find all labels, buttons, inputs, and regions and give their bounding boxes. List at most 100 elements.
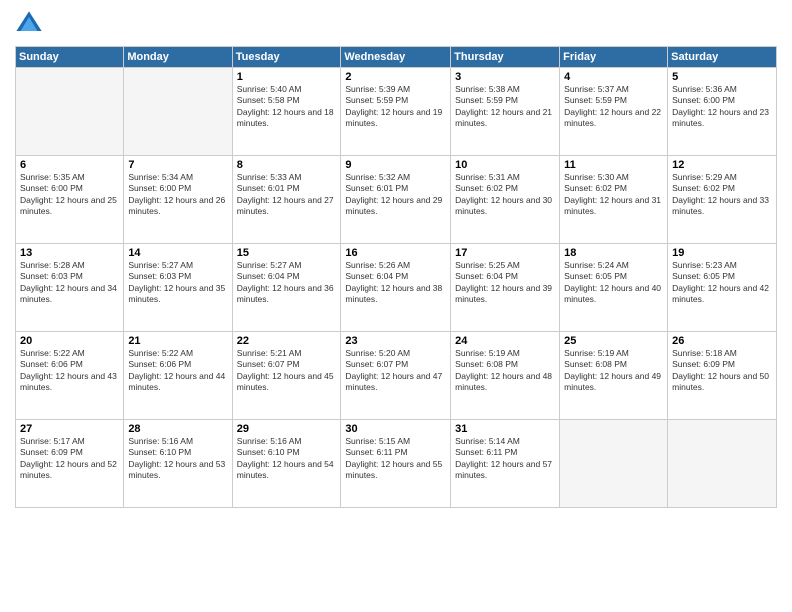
day-number: 23 [345, 335, 446, 347]
calendar-cell: 27Sunrise: 5:17 AMSunset: 6:09 PMDayligh… [16, 420, 124, 508]
calendar-week-row: 13Sunrise: 5:28 AMSunset: 6:03 PMDayligh… [16, 244, 777, 332]
day-number: 2 [345, 71, 446, 83]
day-number: 12 [672, 159, 772, 171]
day-number: 8 [237, 159, 337, 171]
day-number: 20 [20, 335, 119, 347]
day-info: Sunrise: 5:17 AMSunset: 6:09 PMDaylight:… [20, 436, 119, 482]
day-info: Sunrise: 5:19 AMSunset: 6:08 PMDaylight:… [564, 348, 663, 394]
calendar-cell: 11Sunrise: 5:30 AMSunset: 6:02 PMDayligh… [560, 156, 668, 244]
calendar-cell: 4Sunrise: 5:37 AMSunset: 5:59 PMDaylight… [560, 68, 668, 156]
calendar-day-header: Wednesday [341, 47, 451, 68]
calendar-cell: 16Sunrise: 5:26 AMSunset: 6:04 PMDayligh… [341, 244, 451, 332]
day-number: 22 [237, 335, 337, 347]
day-info: Sunrise: 5:18 AMSunset: 6:09 PMDaylight:… [672, 348, 772, 394]
calendar-cell: 12Sunrise: 5:29 AMSunset: 6:02 PMDayligh… [668, 156, 777, 244]
day-number: 5 [672, 71, 772, 83]
calendar-cell: 21Sunrise: 5:22 AMSunset: 6:06 PMDayligh… [124, 332, 232, 420]
day-info: Sunrise: 5:22 AMSunset: 6:06 PMDaylight:… [20, 348, 119, 394]
day-number: 1 [237, 71, 337, 83]
calendar-cell: 13Sunrise: 5:28 AMSunset: 6:03 PMDayligh… [16, 244, 124, 332]
calendar-cell: 26Sunrise: 5:18 AMSunset: 6:09 PMDayligh… [668, 332, 777, 420]
calendar-cell: 31Sunrise: 5:14 AMSunset: 6:11 PMDayligh… [451, 420, 560, 508]
day-info: Sunrise: 5:40 AMSunset: 5:58 PMDaylight:… [237, 84, 337, 130]
day-info: Sunrise: 5:20 AMSunset: 6:07 PMDaylight:… [345, 348, 446, 394]
calendar-week-row: 1Sunrise: 5:40 AMSunset: 5:58 PMDaylight… [16, 68, 777, 156]
calendar-cell: 5Sunrise: 5:36 AMSunset: 6:00 PMDaylight… [668, 68, 777, 156]
calendar-day-header: Tuesday [232, 47, 341, 68]
day-number: 18 [564, 247, 663, 259]
day-number: 19 [672, 247, 772, 259]
calendar-week-row: 20Sunrise: 5:22 AMSunset: 6:06 PMDayligh… [16, 332, 777, 420]
calendar-cell: 28Sunrise: 5:16 AMSunset: 6:10 PMDayligh… [124, 420, 232, 508]
calendar-cell: 17Sunrise: 5:25 AMSunset: 6:04 PMDayligh… [451, 244, 560, 332]
calendar-cell: 9Sunrise: 5:32 AMSunset: 6:01 PMDaylight… [341, 156, 451, 244]
calendar-cell: 10Sunrise: 5:31 AMSunset: 6:02 PMDayligh… [451, 156, 560, 244]
calendar-day-header: Monday [124, 47, 232, 68]
day-info: Sunrise: 5:16 AMSunset: 6:10 PMDaylight:… [128, 436, 227, 482]
calendar-header-row: SundayMondayTuesdayWednesdayThursdayFrid… [16, 47, 777, 68]
calendar-cell [124, 68, 232, 156]
day-info: Sunrise: 5:25 AMSunset: 6:04 PMDaylight:… [455, 260, 555, 306]
day-number: 15 [237, 247, 337, 259]
day-info: Sunrise: 5:15 AMSunset: 6:11 PMDaylight:… [345, 436, 446, 482]
calendar-cell: 2Sunrise: 5:39 AMSunset: 5:59 PMDaylight… [341, 68, 451, 156]
logo-icon [15, 10, 43, 38]
calendar-day-header: Sunday [16, 47, 124, 68]
day-number: 16 [345, 247, 446, 259]
calendar-cell: 20Sunrise: 5:22 AMSunset: 6:06 PMDayligh… [16, 332, 124, 420]
day-number: 25 [564, 335, 663, 347]
day-info: Sunrise: 5:37 AMSunset: 5:59 PMDaylight:… [564, 84, 663, 130]
day-number: 28 [128, 423, 227, 435]
day-number: 10 [455, 159, 555, 171]
day-number: 31 [455, 423, 555, 435]
day-info: Sunrise: 5:27 AMSunset: 6:03 PMDaylight:… [128, 260, 227, 306]
calendar-cell: 6Sunrise: 5:35 AMSunset: 6:00 PMDaylight… [16, 156, 124, 244]
calendar-cell: 1Sunrise: 5:40 AMSunset: 5:58 PMDaylight… [232, 68, 341, 156]
calendar-cell: 29Sunrise: 5:16 AMSunset: 6:10 PMDayligh… [232, 420, 341, 508]
calendar-cell [668, 420, 777, 508]
day-number: 11 [564, 159, 663, 171]
page: SundayMondayTuesdayWednesdayThursdayFrid… [0, 0, 792, 612]
day-info: Sunrise: 5:36 AMSunset: 6:00 PMDaylight:… [672, 84, 772, 130]
day-info: Sunrise: 5:31 AMSunset: 6:02 PMDaylight:… [455, 172, 555, 218]
day-info: Sunrise: 5:27 AMSunset: 6:04 PMDaylight:… [237, 260, 337, 306]
calendar-cell: 8Sunrise: 5:33 AMSunset: 6:01 PMDaylight… [232, 156, 341, 244]
day-number: 6 [20, 159, 119, 171]
calendar-cell: 25Sunrise: 5:19 AMSunset: 6:08 PMDayligh… [560, 332, 668, 420]
day-info: Sunrise: 5:24 AMSunset: 6:05 PMDaylight:… [564, 260, 663, 306]
day-info: Sunrise: 5:19 AMSunset: 6:08 PMDaylight:… [455, 348, 555, 394]
day-info: Sunrise: 5:39 AMSunset: 5:59 PMDaylight:… [345, 84, 446, 130]
calendar-cell: 30Sunrise: 5:15 AMSunset: 6:11 PMDayligh… [341, 420, 451, 508]
day-info: Sunrise: 5:33 AMSunset: 6:01 PMDaylight:… [237, 172, 337, 218]
day-info: Sunrise: 5:21 AMSunset: 6:07 PMDaylight:… [237, 348, 337, 394]
calendar-cell: 22Sunrise: 5:21 AMSunset: 6:07 PMDayligh… [232, 332, 341, 420]
calendar-cell: 15Sunrise: 5:27 AMSunset: 6:04 PMDayligh… [232, 244, 341, 332]
calendar-cell: 3Sunrise: 5:38 AMSunset: 5:59 PMDaylight… [451, 68, 560, 156]
day-info: Sunrise: 5:14 AMSunset: 6:11 PMDaylight:… [455, 436, 555, 482]
calendar-cell: 18Sunrise: 5:24 AMSunset: 6:05 PMDayligh… [560, 244, 668, 332]
calendar-cell: 23Sunrise: 5:20 AMSunset: 6:07 PMDayligh… [341, 332, 451, 420]
calendar-cell: 19Sunrise: 5:23 AMSunset: 6:05 PMDayligh… [668, 244, 777, 332]
day-number: 13 [20, 247, 119, 259]
day-number: 14 [128, 247, 227, 259]
day-info: Sunrise: 5:26 AMSunset: 6:04 PMDaylight:… [345, 260, 446, 306]
day-info: Sunrise: 5:16 AMSunset: 6:10 PMDaylight:… [237, 436, 337, 482]
logo [15, 10, 47, 38]
calendar-day-header: Friday [560, 47, 668, 68]
calendar-cell [560, 420, 668, 508]
day-info: Sunrise: 5:32 AMSunset: 6:01 PMDaylight:… [345, 172, 446, 218]
day-info: Sunrise: 5:29 AMSunset: 6:02 PMDaylight:… [672, 172, 772, 218]
day-number: 26 [672, 335, 772, 347]
calendar-day-header: Thursday [451, 47, 560, 68]
day-number: 17 [455, 247, 555, 259]
day-info: Sunrise: 5:35 AMSunset: 6:00 PMDaylight:… [20, 172, 119, 218]
calendar-week-row: 6Sunrise: 5:35 AMSunset: 6:00 PMDaylight… [16, 156, 777, 244]
header [15, 10, 777, 38]
day-info: Sunrise: 5:30 AMSunset: 6:02 PMDaylight:… [564, 172, 663, 218]
day-number: 27 [20, 423, 119, 435]
day-info: Sunrise: 5:22 AMSunset: 6:06 PMDaylight:… [128, 348, 227, 394]
day-number: 9 [345, 159, 446, 171]
day-number: 29 [237, 423, 337, 435]
calendar-cell [16, 68, 124, 156]
day-number: 7 [128, 159, 227, 171]
